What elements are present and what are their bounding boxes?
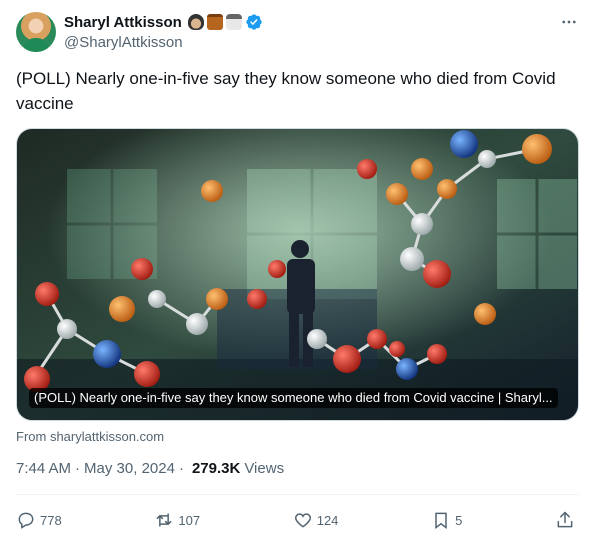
reply-count: 778	[40, 512, 62, 528]
card-caption: (POLL) Nearly one-in-five say they know …	[29, 388, 558, 408]
spy-emoji-icon	[187, 14, 204, 30]
bookmark-button[interactable]: 5	[431, 510, 462, 530]
tweet-meta: 7:44 AM · May 30, 2024 · 279.3K Views	[16, 460, 284, 477]
handle[interactable]: @SharylAttkisson	[64, 34, 183, 51]
repost-count: 107	[178, 512, 201, 528]
tweet-text: (POLL) Nearly one-in-five say they know …	[16, 69, 556, 113]
name-row: Sharyl Attkisson	[64, 12, 263, 32]
views-label: Views	[244, 460, 285, 477]
display-name[interactable]: Sharyl Attkisson	[64, 14, 182, 31]
link-source[interactable]: From sharylattkisson.com	[16, 429, 164, 444]
share-button[interactable]	[555, 510, 575, 530]
repost-icon	[156, 513, 172, 527]
repost-button[interactable]: 107	[154, 510, 200, 530]
tweet-date[interactable]: May 30, 2024	[84, 460, 175, 477]
martial-arts-uniform-emoji-icon	[225, 14, 242, 30]
views-count: 279.3K	[191, 460, 241, 477]
meta-separator: ·	[178, 460, 184, 477]
meta-separator: ·	[75, 460, 81, 477]
share-icon	[557, 511, 573, 528]
name-emojis	[187, 14, 242, 30]
tweet-header: Sharyl Attkisson @SharylAttkisson	[16, 12, 579, 56]
divider	[16, 494, 579, 495]
bookmark-icon	[435, 512, 447, 529]
link-card[interactable]: (POLL) Nearly one-in-five say they know …	[16, 128, 579, 421]
briefcase-emoji-icon	[206, 14, 223, 30]
verified-badge-icon[interactable]	[245, 13, 263, 31]
reply-button[interactable]: 778	[16, 510, 62, 530]
action-bar: 778 107 124 5	[16, 506, 579, 534]
card-image	[17, 129, 578, 420]
reply-icon	[18, 512, 34, 529]
like-button[interactable]: 124	[293, 510, 339, 530]
heart-icon	[294, 513, 311, 528]
like-count: 124	[316, 512, 339, 528]
bookmark-count: 5	[455, 512, 463, 528]
tweet-time[interactable]: 7:44 AM	[16, 460, 71, 477]
avatar[interactable]	[16, 12, 56, 52]
more-options-icon[interactable]	[559, 12, 579, 32]
